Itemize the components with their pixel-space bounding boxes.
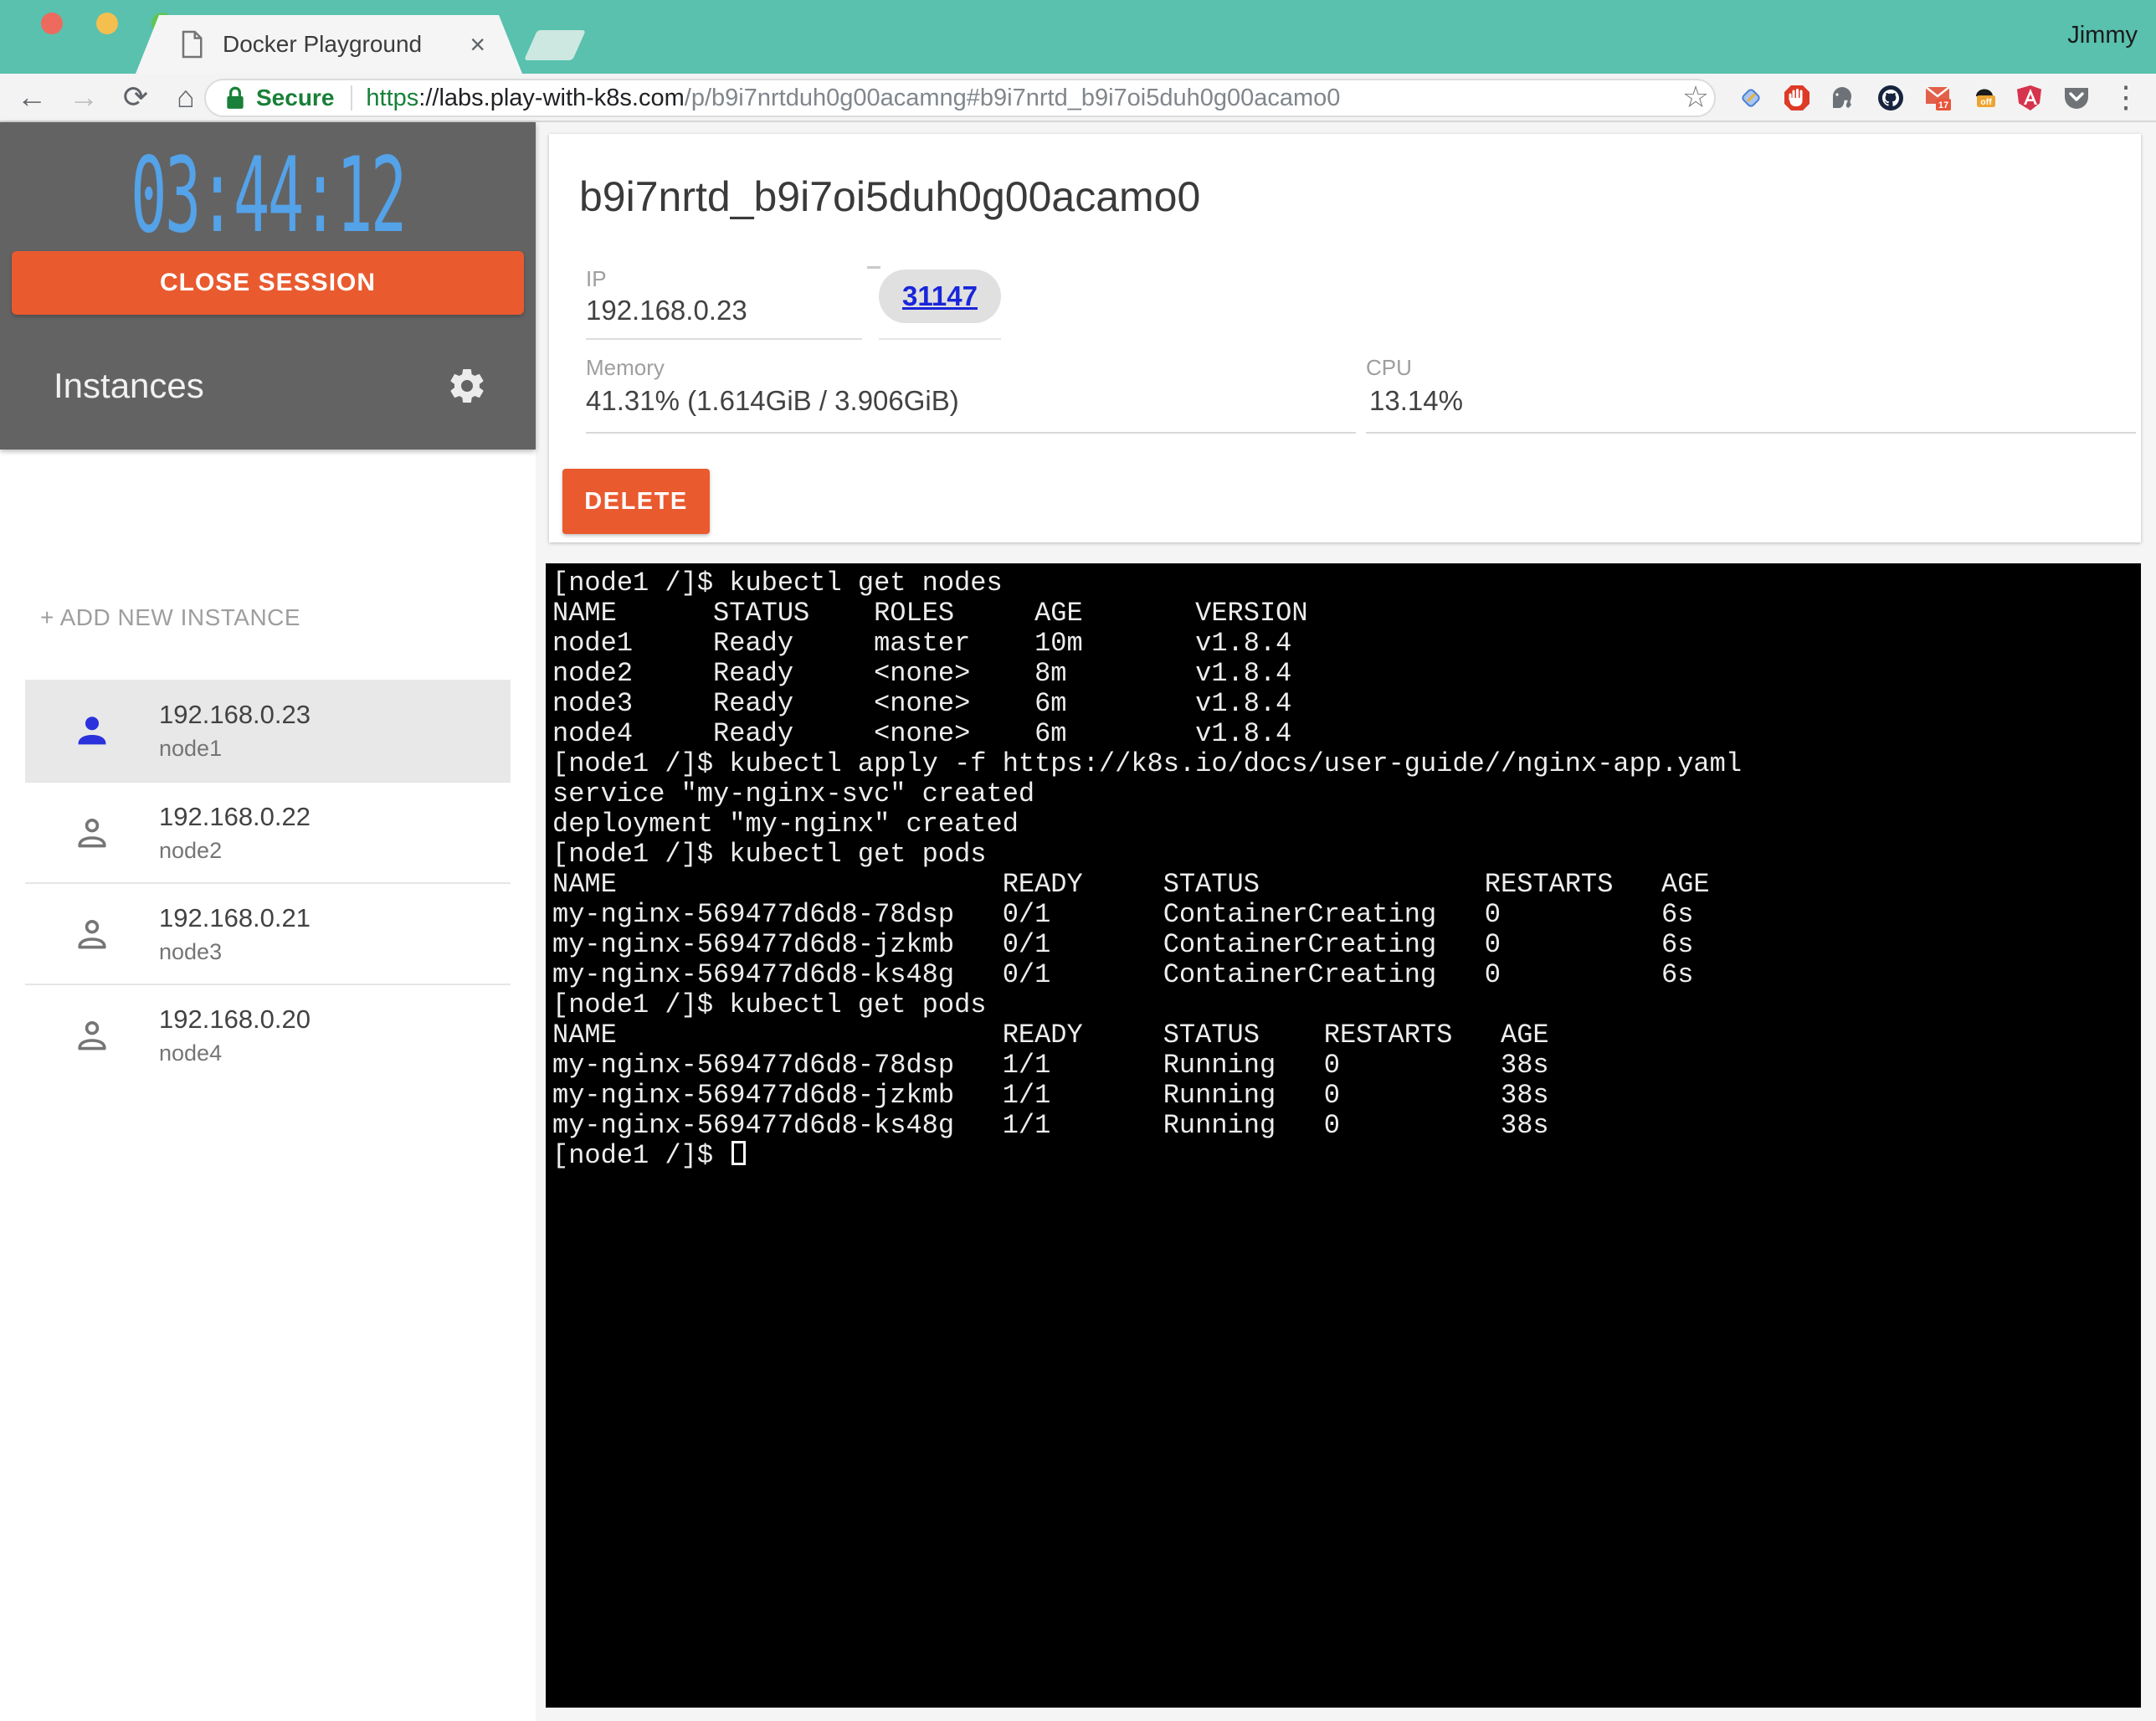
browser-titlebar: Docker Playground × Jimmy [0, 0, 2156, 74]
terminal-line: [node1 /]$ kubectl get pods [552, 840, 2134, 870]
terminal[interactable]: [node1 /]$ kubectl get nodesNAME STATUS … [546, 563, 2141, 1708]
terminal-line: [node1 /]$ kubectl apply -f https://k8s.… [552, 749, 2134, 779]
mail-badge-count: 17 [1938, 100, 1948, 110]
terminal-line: NAME READY STATUS RESTARTS AGE [552, 1020, 2134, 1051]
terminal-prompt: [node1 /]$ [552, 1140, 729, 1171]
person-outline-icon [72, 914, 112, 954]
terminal-prompt-line: [node1 /]$ [552, 1141, 2134, 1171]
port-link[interactable]: 31147 [902, 280, 978, 311]
url-path: /p/b9i7nrtduh0g00acamng#b9i7nrtd_b9i7oi5… [685, 85, 1341, 111]
person-outline-icon [72, 813, 112, 853]
bookmark-star-icon[interactable]: ☆ [1674, 74, 1717, 122]
instance-row-node4[interactable]: 192.168.0.20 node4 [25, 984, 511, 1085]
port-badge[interactable]: 31147 [879, 270, 1001, 323]
back-icon[interactable]: ← [10, 74, 54, 122]
ip-underline [586, 338, 862, 340]
terminal-cursor [732, 1141, 746, 1165]
instance-list: 192.168.0.23 node1 192.168.0.22 node2 19… [25, 680, 511, 1085]
terminal-line: node3 Ready <none> 6m v1.8.4 [552, 689, 2134, 719]
terminal-line: my-nginx-569477d6d8-ks48g 0/1 ContainerC… [552, 960, 2134, 990]
person-filled-icon [72, 711, 112, 751]
session-panel: 03:44:12 CLOSE SESSION Instances [0, 122, 536, 450]
page-title: b9i7nrtd_b9i7oi5duh0g00acamo0 [579, 172, 1200, 221]
terminal-line: [node1 /]$ kubectl get pods [552, 990, 2134, 1020]
terminal-line: node1 Ready master 10m v1.8.4 [552, 629, 2134, 659]
cpu-underline [1366, 432, 2136, 434]
memory-underline [586, 432, 1356, 434]
terminal-line: deployment "my-nginx" created [552, 809, 2134, 840]
forward-icon[interactable]: → [62, 74, 105, 122]
terminal-line: my-nginx-569477d6d8-jzkmb 0/1 ContainerC… [552, 930, 2134, 960]
ip-label: IP [586, 266, 607, 292]
secure-label: Secure [256, 85, 334, 111]
reload-icon[interactable]: ⟳ [114, 74, 157, 122]
delete-button[interactable]: DELETE [562, 469, 710, 534]
url-text: https://labs.play-with-k8s.com/p/b9i7nrt… [366, 85, 1340, 112]
url-bar[interactable]: Secure https://labs.play-with-k8s.com/p/… [204, 79, 1716, 117]
instance-row-node2[interactable]: 192.168.0.22 node2 [25, 781, 511, 882]
new-tab-button[interactable] [524, 30, 586, 60]
url-divider [351, 85, 352, 110]
memory-value: 41.31% (1.614GiB / 3.906GiB) [586, 385, 959, 417]
terminal-line: my-nginx-569477d6d8-jzkmb 1/1 Running 0 … [552, 1081, 2134, 1111]
mail-extension-icon[interactable]: 17 [1924, 84, 1953, 112]
instance-row-node3[interactable]: 192.168.0.21 node3 [25, 882, 511, 984]
secure-lock-icon [224, 85, 246, 110]
page-favicon-icon [179, 29, 204, 59]
evernote-elephant-icon[interactable] [1829, 84, 1857, 112]
github-octocat-icon[interactable] [1876, 84, 1905, 112]
memory-label: Memory [586, 355, 665, 381]
person-outline-icon [72, 1015, 112, 1056]
url-scheme: https [366, 85, 418, 111]
add-new-instance-button[interactable]: + ADD NEW INSTANCE [40, 604, 300, 631]
close-tab-icon[interactable]: × [470, 15, 485, 74]
stop-hand-adblock-icon[interactable] [1783, 84, 1811, 112]
pocket-icon[interactable] [2062, 84, 2091, 112]
angular-shield-icon[interactable] [2016, 84, 2045, 112]
cpu-label: CPU [1366, 355, 1412, 381]
terminal-line: my-nginx-569477d6d8-ks48g 1/1 Running 0 … [552, 1111, 2134, 1141]
instance-name: node2 [159, 838, 311, 864]
user-name: Jimmy [2067, 22, 2138, 49]
ip-value: 192.168.0.23 [586, 295, 747, 326]
browser-menu-icon[interactable]: ⋮ [2109, 74, 2143, 122]
port-tick [867, 266, 880, 269]
instance-ip: 192.168.0.21 [159, 903, 311, 933]
instances-title: Instances [54, 366, 204, 406]
minimize-window-button[interactable] [96, 13, 118, 34]
instance-ip: 192.168.0.20 [159, 1004, 311, 1035]
instance-row-node1[interactable]: 192.168.0.23 node1 [25, 680, 511, 781]
page: Docker Playground × Jimmy ← → ⟳ ⌂ Secure… [0, 0, 2156, 1721]
cpu-value: 13.14% [1369, 385, 1463, 417]
off-toggle-extension-icon[interactable]: off [1970, 84, 1999, 112]
tab-title: Docker Playground [223, 31, 422, 58]
terminal-line: my-nginx-569477d6d8-78dsp 1/1 Running 0 … [552, 1051, 2134, 1081]
instance-name: node1 [159, 736, 311, 762]
browser-tab[interactable]: Docker Playground × [136, 15, 522, 74]
close-session-button[interactable]: CLOSE SESSION [12, 251, 524, 315]
terminal-output: [node1 /]$ kubectl get nodesNAME STATUS … [552, 568, 2134, 1141]
terminal-line: NAME STATUS ROLES AGE VERSION [552, 598, 2134, 629]
blue-gem-extension-icon[interactable] [1737, 84, 1765, 112]
instance-ip: 192.168.0.23 [159, 700, 311, 730]
terminal-line: NAME READY STATUS RESTARTS AGE [552, 870, 2134, 900]
sidebar: 03:44:12 CLOSE SESSION Instances + ADD N… [0, 122, 536, 1721]
session-timer: 03:44:12 [112, 136, 423, 256]
terminal-line: my-nginx-569477d6d8-78dsp 0/1 ContainerC… [552, 900, 2134, 930]
instance-name: node3 [159, 939, 311, 965]
off-badge-label: off [1980, 97, 1992, 107]
gear-icon[interactable] [447, 366, 487, 406]
instance-ip: 192.168.0.22 [159, 802, 311, 832]
terminal-line: service "my-nginx-svc" created [552, 779, 2134, 809]
url-host: ://labs.play-with-k8s.com [418, 85, 685, 111]
port-underline [879, 338, 1001, 340]
terminal-line: [node1 /]$ kubectl get nodes [552, 568, 2134, 598]
close-window-button[interactable] [41, 13, 63, 34]
instance-name: node4 [159, 1040, 311, 1066]
home-icon[interactable]: ⌂ [164, 74, 208, 122]
terminal-line: node2 Ready <none> 8m v1.8.4 [552, 659, 2134, 689]
terminal-line: node4 Ready <none> 6m v1.8.4 [552, 719, 2134, 749]
